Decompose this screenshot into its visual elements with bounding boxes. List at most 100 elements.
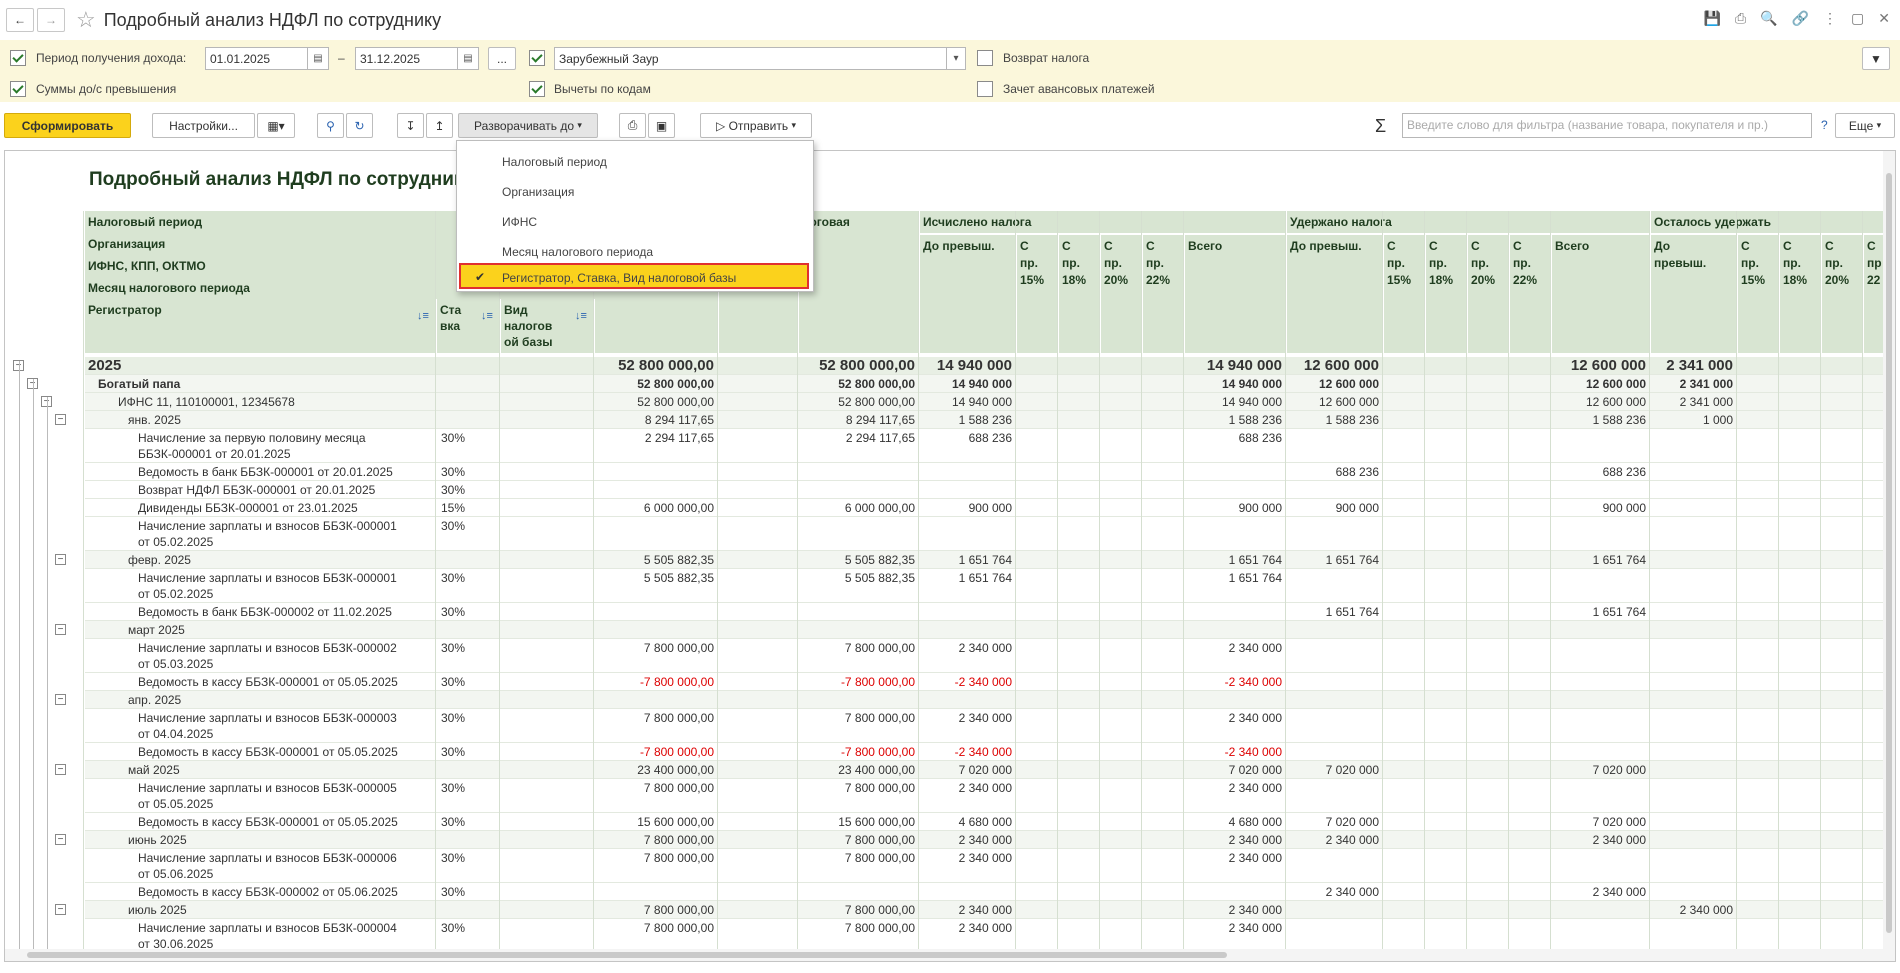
variants-button[interactable]: ▦▾ bbox=[257, 113, 295, 138]
refund-checkbox[interactable] bbox=[977, 50, 993, 66]
sort-icon[interactable]: ↓≡ bbox=[417, 308, 433, 322]
rate-cell: 30% bbox=[441, 571, 466, 585]
find-button[interactable]: ⚲ bbox=[317, 113, 344, 138]
column-divider bbox=[1382, 211, 1383, 961]
preview-icon[interactable]: 🔍 bbox=[1760, 10, 1777, 27]
horizontal-scrollbar[interactable] bbox=[5, 949, 1895, 961]
maximize-icon[interactable]: ▢ bbox=[1851, 10, 1864, 27]
value-cell: 2 340 000 bbox=[1325, 833, 1379, 847]
generate-button[interactable]: Сформировать bbox=[4, 113, 131, 138]
header-tax-base: логовая а bbox=[799, 211, 918, 353]
collapse-icon: ↧ bbox=[405, 118, 416, 133]
calendar-from-button[interactable]: ▤ bbox=[307, 47, 329, 70]
value-cell: 12 600 000 bbox=[1585, 377, 1646, 391]
value-cell: 12 600 000 bbox=[1303, 357, 1379, 373]
value-cell: 1 651 764 bbox=[1592, 553, 1646, 567]
checkmark-icon: ✔ bbox=[475, 270, 486, 284]
refund-label: Возврат налога bbox=[1003, 51, 1090, 65]
expand-button[interactable]: ↥ bbox=[426, 113, 453, 138]
deductions-checkbox[interactable] bbox=[529, 81, 545, 97]
expand-to-label: Разворачивать до bbox=[474, 118, 575, 133]
row-label: май 2025 bbox=[128, 763, 180, 777]
employee-checkbox[interactable] bbox=[529, 50, 545, 66]
collapse-toggle-icon[interactable]: − bbox=[55, 414, 66, 425]
sort-icon[interactable]: ↓≡ bbox=[575, 308, 591, 322]
collapse-toggle-icon[interactable]: − bbox=[55, 834, 66, 845]
close-icon[interactable]: ✕ bbox=[1878, 10, 1890, 27]
more-button[interactable]: Еще ▾ bbox=[1835, 113, 1895, 138]
row-divider bbox=[85, 480, 1891, 481]
header-column: С пр. 22% bbox=[1510, 235, 1550, 353]
sums-checkbox[interactable] bbox=[10, 81, 26, 97]
employee-dropdown-button[interactable]: ▾ bbox=[946, 47, 966, 70]
find-next-button[interactable]: ↻ bbox=[346, 113, 373, 138]
save-icon[interactable]: 💾 bbox=[1704, 10, 1721, 27]
value-cell: 7 800 000,00 bbox=[643, 921, 714, 935]
header-registrar: Регистратор bbox=[85, 299, 435, 353]
sum-icon[interactable]: Σ bbox=[1375, 116, 1386, 137]
header-calculated: Исчислено налога bbox=[920, 211, 1285, 233]
dropdown-item[interactable]: Регистратор, Ставка, Вид налоговой базы ✔ bbox=[459, 263, 809, 289]
back-button[interactable]: ← bbox=[6, 8, 34, 32]
value-cell: 2 340 000 bbox=[1679, 903, 1733, 917]
dropdown-item[interactable]: Организация bbox=[457, 179, 813, 205]
collapse-toggle-icon[interactable]: − bbox=[55, 624, 66, 635]
value-cell: 1 588 236 bbox=[1592, 413, 1646, 427]
filter-search-input[interactable]: Введите слово для фильтра (название това… bbox=[1402, 113, 1812, 138]
period-checkbox[interactable] bbox=[10, 50, 26, 66]
more-label: Еще bbox=[1848, 118, 1874, 133]
vertical-scrollbar[interactable] bbox=[1883, 151, 1895, 961]
chevron-down-icon: ▾ bbox=[577, 120, 582, 130]
value-cell: 14 940 000 bbox=[951, 377, 1012, 391]
value-cell: 15 600 000,00 bbox=[637, 815, 714, 829]
rate-cell: 30% bbox=[441, 431, 466, 445]
forward-button[interactable]: → bbox=[37, 8, 65, 32]
column-divider bbox=[1285, 211, 1286, 961]
value-cell: 7 800 000,00 bbox=[643, 851, 714, 865]
collapse-toggle-icon[interactable]: − bbox=[55, 904, 66, 915]
rate-cell: 30% bbox=[441, 851, 466, 865]
collapse-toggle-icon[interactable]: − bbox=[55, 554, 66, 565]
value-cell: 1 651 764 bbox=[1325, 553, 1379, 567]
variants-icon: ▦▾ bbox=[267, 118, 285, 133]
print-icon[interactable]: ⎙ bbox=[1735, 10, 1746, 27]
collapse-toggle-icon[interactable]: − bbox=[55, 764, 66, 775]
employee-input[interactable]: Зарубежный Заур bbox=[554, 47, 947, 70]
page-title: Подробный анализ НДФЛ по сотруднику bbox=[103, 9, 442, 30]
date-to-input[interactable]: 31.12.2025 bbox=[355, 47, 458, 70]
date-from-input[interactable]: 01.01.2025 bbox=[205, 47, 308, 70]
advance-checkbox[interactable] bbox=[977, 81, 993, 97]
header-column: До превыш. bbox=[1651, 235, 1736, 353]
row-label: Ведомость в кассу ББЗК-000001 от 05.05.2… bbox=[138, 745, 398, 759]
collapse-toggle-icon[interactable]: − bbox=[55, 694, 66, 705]
collapse-button[interactable]: ↧ bbox=[397, 113, 424, 138]
column-divider bbox=[1862, 211, 1863, 961]
settings-button[interactable]: Настройки... bbox=[152, 113, 255, 138]
sort-icon[interactable]: ↓≡ bbox=[481, 308, 497, 322]
value-cell: 1 651 764 bbox=[1325, 605, 1379, 619]
send-button[interactable]: ▷ Отправить ▾ bbox=[700, 113, 812, 138]
rate-cell: 30% bbox=[441, 815, 466, 829]
header-withheld: Удержано налога bbox=[1287, 211, 1649, 233]
sums-label: Суммы до/с превышения bbox=[36, 82, 177, 96]
period-select-button[interactable]: ... bbox=[488, 47, 516, 70]
dropdown-item[interactable]: ИФНС bbox=[457, 209, 813, 235]
expand-to-button[interactable]: Разворачивать до ▾ bbox=[458, 113, 598, 138]
report-grid[interactable]: Подробный анализ НДФЛ по сотруднику Нало… bbox=[4, 150, 1896, 962]
dropdown-item[interactable]: Месяц налогового периода bbox=[457, 239, 813, 265]
value-cell: 7 020 000 bbox=[1592, 815, 1646, 829]
print-button[interactable]: ⎙ bbox=[619, 113, 646, 138]
more-menu-icon[interactable]: ⋮ bbox=[1823, 10, 1837, 27]
preview-button[interactable]: ▣ bbox=[648, 113, 675, 138]
value-cell: 7 800 000,00 bbox=[643, 711, 714, 725]
header-column: С пр. 20% bbox=[1468, 235, 1508, 353]
value-cell: 52 800 000,00 bbox=[618, 357, 714, 373]
row-divider bbox=[85, 848, 1891, 849]
help-link[interactable]: ? bbox=[1821, 118, 1828, 132]
calendar-to-button[interactable]: ▤ bbox=[457, 47, 479, 70]
link-icon[interactable]: 🔗 bbox=[1792, 10, 1809, 27]
dropdown-item[interactable]: Налоговый период bbox=[457, 149, 813, 175]
value-cell: 14 940 000 bbox=[1221, 377, 1282, 391]
favorite-star-icon[interactable]: ☆ bbox=[76, 7, 96, 33]
filter-button[interactable]: ▼ bbox=[1862, 47, 1890, 70]
